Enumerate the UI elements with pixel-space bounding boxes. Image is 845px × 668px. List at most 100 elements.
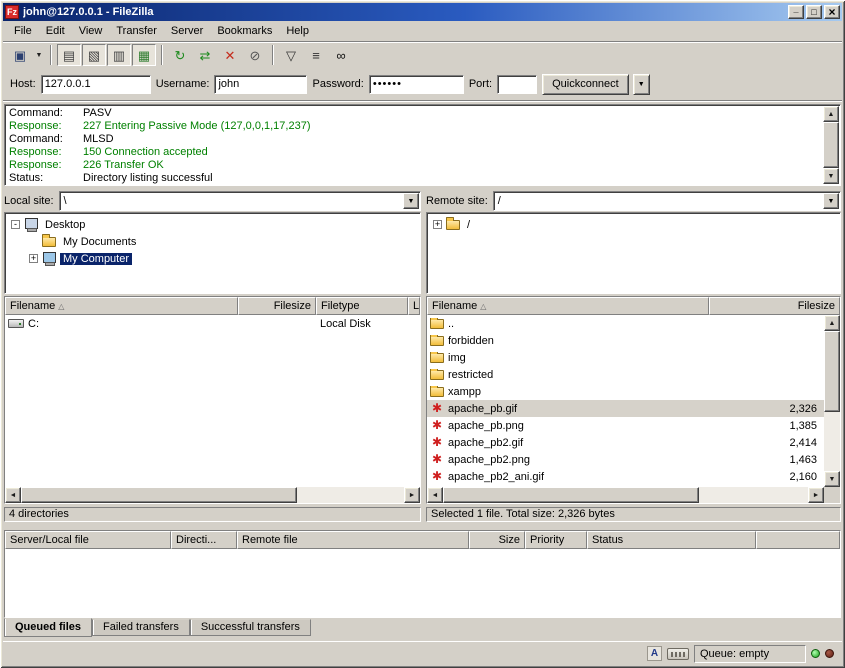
close-button[interactable]: × (824, 5, 840, 19)
remote-vscrollbar[interactable]: ▲ ▼ (824, 315, 840, 487)
file-row[interactable]: C: Local Disk (5, 315, 420, 332)
scroll-right-icon[interactable]: ► (808, 487, 824, 503)
password-input[interactable]: •••••• (369, 75, 464, 94)
tree-item-desktop[interactable]: - Desktop (7, 216, 418, 233)
column-status[interactable]: Status (587, 531, 756, 549)
log-label: Response: (9, 159, 83, 172)
disconnect-icon[interactable]: ⊘ (243, 44, 267, 66)
column-filesize[interactable]: Filesize (238, 297, 316, 315)
toggle-remote-tree-icon[interactable]: ▥ (107, 44, 131, 66)
menu-server[interactable]: Server (164, 23, 210, 39)
column-remote-file[interactable]: Remote file (237, 531, 469, 549)
file-row[interactable]: ✱apache_pb.png 1,385 (427, 417, 824, 434)
scroll-up-icon[interactable]: ▲ (823, 106, 839, 122)
column-size[interactable]: Size (469, 531, 525, 549)
scrollbar-track[interactable] (21, 487, 404, 503)
column-priority[interactable]: Priority (525, 531, 587, 549)
toggle-queue-icon[interactable]: ▦ (132, 44, 156, 66)
file-row[interactable]: ✱apache_pb2_ani.gif 2,160 (427, 468, 824, 485)
expand-icon[interactable]: + (433, 220, 442, 229)
log-label: Status: (9, 172, 83, 185)
site-manager-dropdown-icon[interactable]: ▼ (33, 44, 45, 66)
filter-icon[interactable]: ▽ (279, 44, 303, 66)
menu-transfer[interactable]: Transfer (109, 23, 164, 39)
menu-view[interactable]: View (72, 23, 110, 39)
tree-item-my-documents[interactable]: My Documents (7, 233, 418, 250)
minimize-button[interactable]: _ (788, 5, 804, 19)
menu-bookmarks[interactable]: Bookmarks (210, 23, 279, 39)
file-row[interactable]: ✱apache_pb2.gif 2,414 (427, 434, 824, 451)
keyboard-icon[interactable] (667, 648, 689, 660)
column-direction[interactable]: Directi... (171, 531, 237, 549)
column-filetype[interactable]: Filetype (316, 297, 408, 315)
scrollbar-track[interactable] (824, 331, 840, 471)
site-manager-icon[interactable]: ▣ (8, 44, 32, 66)
quickconnect-button[interactable]: Quickconnect (542, 74, 629, 95)
scrollbar-thumb[interactable] (21, 487, 297, 503)
toggle-local-tree-icon[interactable]: ▧ (82, 44, 106, 66)
queue-glyph: ▦ (138, 49, 150, 62)
file-row[interactable]: restricted (427, 366, 824, 383)
remote-list-header: Filename△ Filesize (427, 297, 840, 315)
tab-successful-transfers[interactable]: Successful transfers (190, 619, 311, 636)
queue-list[interactable] (5, 549, 840, 617)
local-hscrollbar[interactable]: ◄ ► (5, 487, 420, 503)
file-row[interactable]: xampp (427, 383, 824, 400)
menu-help[interactable]: Help (279, 23, 316, 39)
port-input[interactable] (497, 75, 537, 94)
host-input[interactable]: 127.0.0.1 (41, 75, 151, 94)
remote-hscrollbar[interactable]: ◄ ► (427, 487, 840, 503)
column-filesize[interactable]: Filesize (709, 297, 840, 315)
column-last-modified[interactable]: L (408, 297, 420, 315)
collapse-icon[interactable]: - (11, 220, 20, 229)
log-scrollbar[interactable]: ▲ ▼ (823, 106, 839, 184)
find-icon[interactable]: ∞ (329, 44, 353, 66)
column-filename[interactable]: Filename△ (5, 297, 238, 315)
toggle-message-log-icon[interactable]: ▤ (57, 44, 81, 66)
file-size: 2,326 (709, 403, 822, 415)
menu-file[interactable]: File (7, 23, 39, 39)
tree-item-my-computer[interactable]: + My Computer (7, 250, 418, 267)
close-icon: × (828, 6, 835, 18)
scroll-right-icon[interactable]: ► (404, 487, 420, 503)
file-row-selected[interactable]: ✱apache_pb.gif 2,326 (427, 400, 824, 417)
file-row[interactable]: img (427, 349, 824, 366)
arrow-right-icon: ► (409, 492, 416, 499)
scroll-left-icon[interactable]: ◄ (5, 487, 21, 503)
file-name: apache_pb.png (448, 420, 524, 432)
scroll-down-icon[interactable]: ▼ (823, 168, 839, 184)
tab-failed-transfers[interactable]: Failed transfers (92, 619, 190, 636)
titlebar[interactable]: Fz john@127.0.0.1 - FileZilla _ □ × (3, 3, 842, 21)
scrollbar-thumb[interactable] (823, 122, 839, 168)
expand-icon[interactable]: + (29, 254, 38, 263)
local-tree: - Desktop My Documents + My Computer (4, 212, 421, 294)
file-row[interactable]: forbidden (427, 332, 824, 349)
transfer-type-icon[interactable]: A (647, 646, 662, 661)
menu-edit[interactable]: Edit (39, 23, 72, 39)
remote-site-dropdown-icon[interactable]: ▼ (823, 193, 839, 209)
file-row[interactable]: ✱apache_pb2.png 1,463 (427, 451, 824, 468)
username-input[interactable]: john (214, 75, 307, 94)
remote-site-combo[interactable]: / ▼ (493, 191, 841, 211)
compare-icon[interactable]: ≡ (304, 44, 328, 66)
scrollbar-thumb[interactable] (443, 487, 699, 503)
local-site-combo[interactable]: \ ▼ (59, 191, 421, 211)
scroll-up-icon[interactable]: ▲ (824, 315, 840, 331)
file-row[interactable]: .. (427, 315, 824, 332)
scrollbar-thumb[interactable] (824, 331, 840, 412)
tree-item-root[interactable]: + / (429, 216, 838, 233)
refresh-icon[interactable]: ↻ (168, 44, 192, 66)
scroll-down-icon[interactable]: ▼ (824, 471, 840, 487)
scrollbar-track[interactable] (823, 122, 839, 168)
log-label: Response: (9, 120, 83, 133)
scroll-left-icon[interactable]: ◄ (427, 487, 443, 503)
local-site-dropdown-icon[interactable]: ▼ (403, 193, 419, 209)
maximize-button[interactable]: □ (806, 5, 822, 19)
column-server-local-file[interactable]: Server/Local file (5, 531, 171, 549)
process-queue-icon[interactable]: ⇄ (193, 44, 217, 66)
tab-queued-files[interactable]: Queued files (4, 618, 92, 637)
scrollbar-track[interactable] (443, 487, 808, 503)
quickconnect-dropdown-icon[interactable]: ▼ (633, 74, 650, 95)
cancel-icon[interactable]: ✕ (218, 44, 242, 66)
column-filename[interactable]: Filename△ (427, 297, 709, 315)
